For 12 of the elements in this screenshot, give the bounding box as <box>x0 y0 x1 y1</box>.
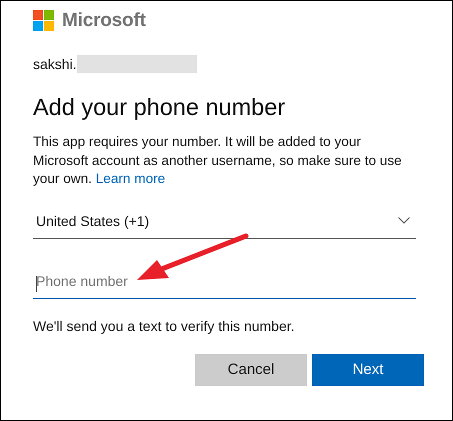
learn-more-link[interactable]: Learn more <box>96 171 166 186</box>
description-text: This app requires your number. It will be added to your Microsoft account as another username, so make sure to use your own. Learn more <box>33 133 403 188</box>
account-username: sakshi. <box>33 56 77 72</box>
verification-note: We'll send you a text to verify this number. <box>33 318 296 334</box>
page-heading: Add your phone number <box>33 94 286 121</box>
cancel-button[interactable]: Cancel <box>195 354 307 386</box>
logo-icon <box>33 10 55 32</box>
chevron-down-icon <box>398 217 410 224</box>
text-cursor <box>36 276 37 292</box>
next-button[interactable]: Next <box>312 354 424 386</box>
brand-name: Microsoft <box>62 10 146 32</box>
country-dropdown[interactable]: United States (+1) <box>33 212 416 238</box>
